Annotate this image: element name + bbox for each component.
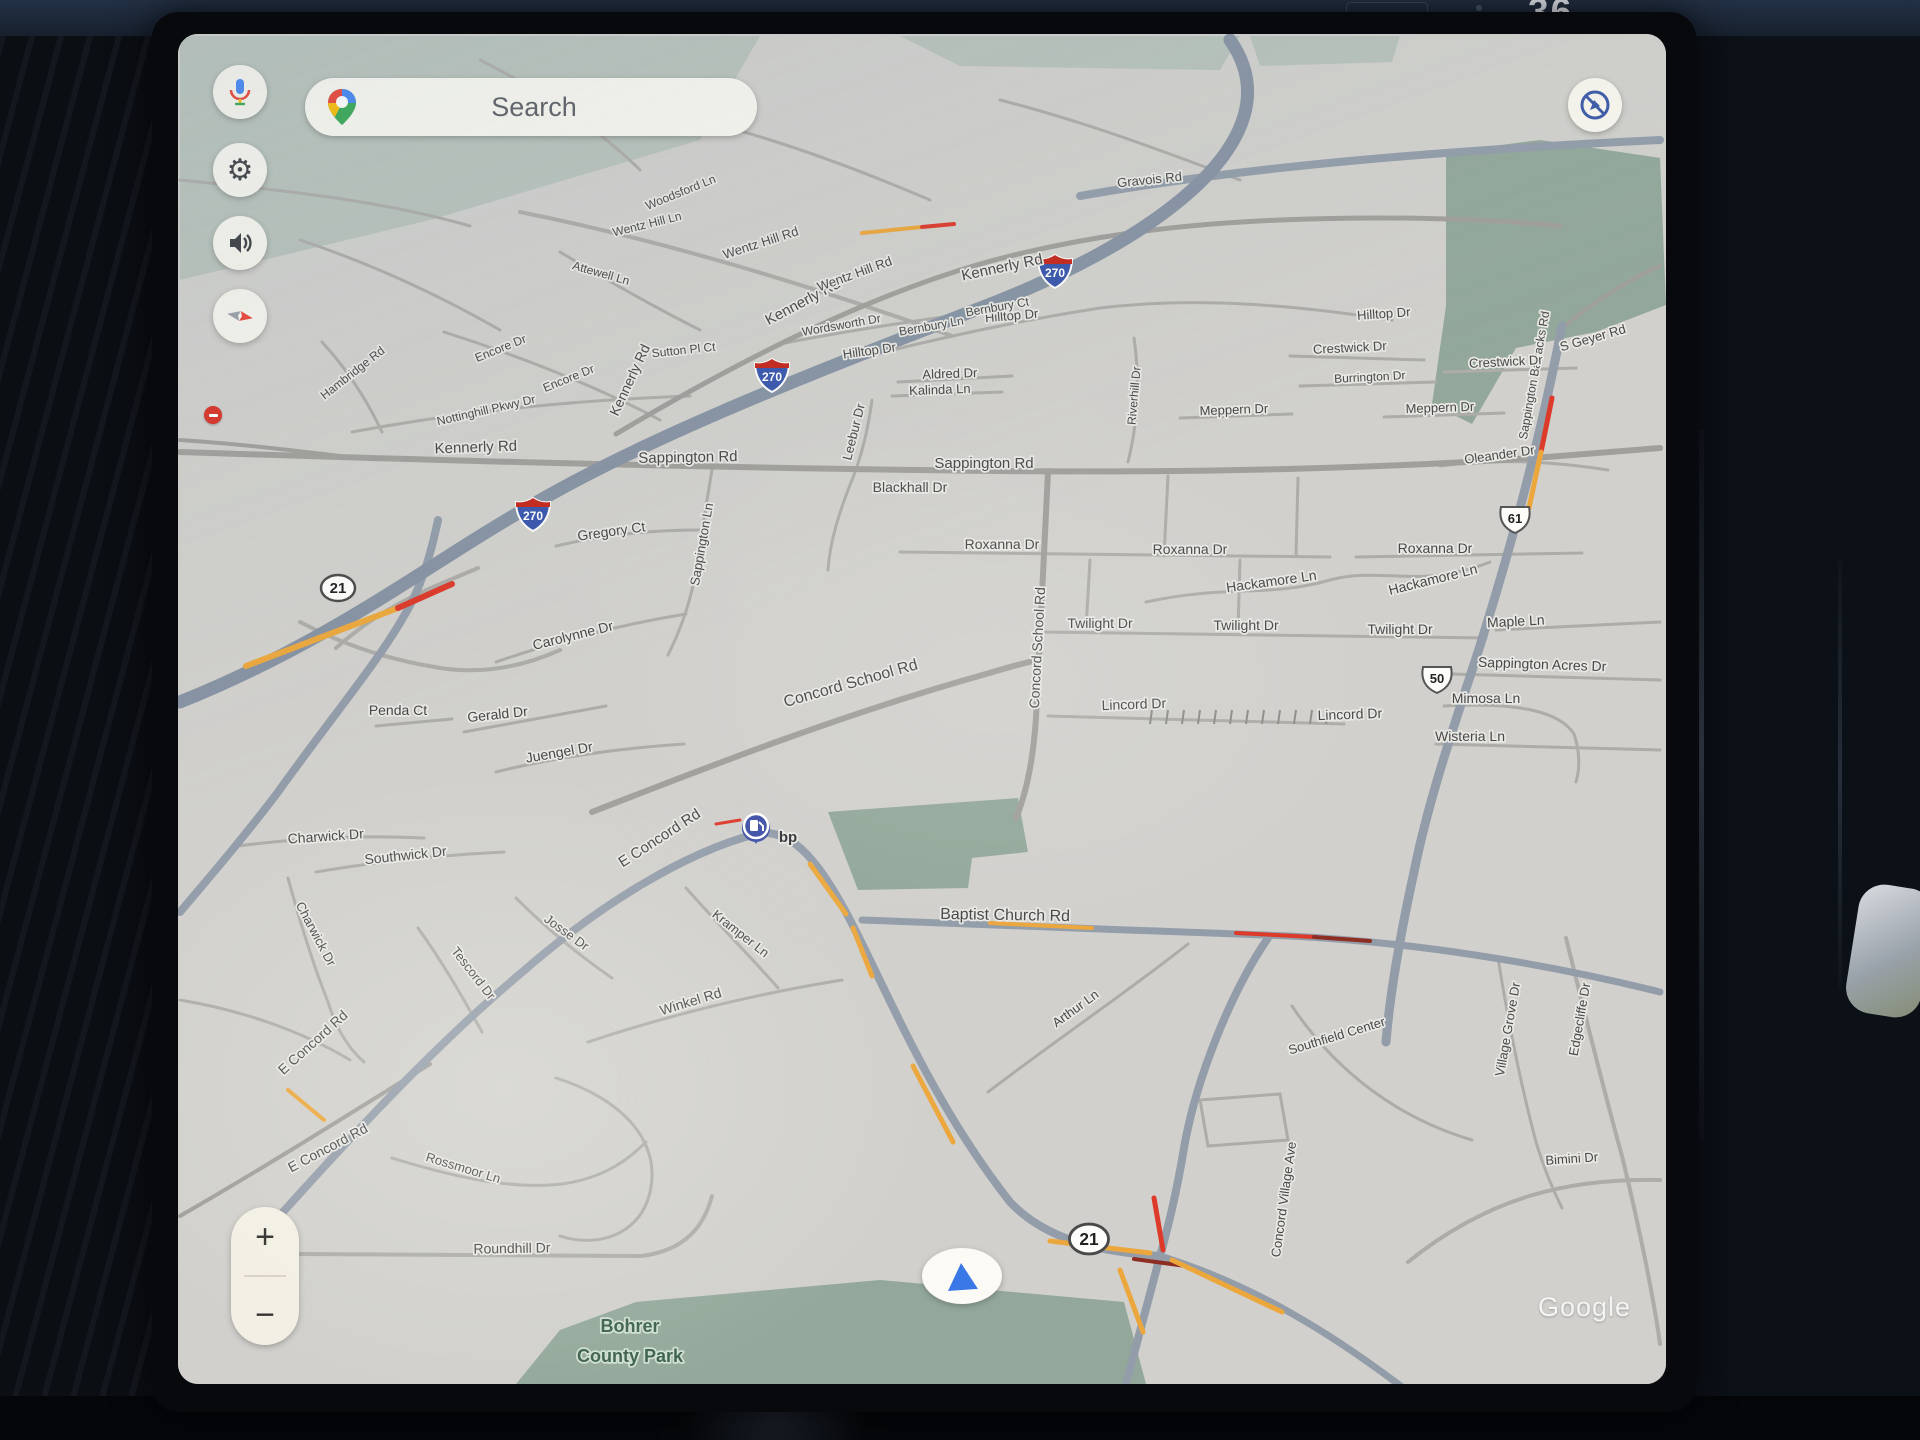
street-label: Baptist Church Rd bbox=[940, 906, 1070, 925]
park-area bbox=[1250, 36, 1400, 66]
air-vent bbox=[1699, 430, 1704, 1140]
status-dot bbox=[1476, 5, 1482, 11]
navigation-arrow-icon bbox=[946, 1261, 978, 1290]
poi-label: bp bbox=[779, 829, 797, 846]
microphone-icon bbox=[225, 77, 255, 107]
street-label: Lincord Dr bbox=[1317, 705, 1382, 723]
route-shield: 21 bbox=[1069, 1224, 1108, 1254]
park-label: County Park bbox=[577, 1346, 684, 1366]
recenter-navigation-button[interactable] bbox=[922, 1248, 1002, 1304]
search-bar[interactable]: Search bbox=[305, 78, 757, 136]
street-label: Maple Ln bbox=[1487, 612, 1545, 631]
voice-search-button[interactable] bbox=[213, 65, 267, 119]
search-placeholder: Search bbox=[357, 92, 711, 123]
street-label: Twilight Dr bbox=[1067, 615, 1133, 631]
street-label: Kalinda Ln bbox=[909, 381, 971, 398]
gear-icon: ⚙ bbox=[227, 153, 254, 188]
street-label: Kennerly Rd bbox=[434, 438, 517, 458]
shield-number: 21 bbox=[1079, 1229, 1099, 1249]
road-path bbox=[1296, 478, 1298, 556]
map-screen[interactable]: 270 270 270 21 21 61 50 Kennerly Rd Sappington R… bbox=[178, 34, 1666, 1384]
street-label: Aldred Dr bbox=[922, 365, 978, 382]
zoom-out-button[interactable]: − bbox=[231, 1285, 299, 1345]
street-label: Wisteria Ln bbox=[1435, 728, 1505, 744]
road-closed-icon bbox=[204, 406, 222, 424]
street-label: Penda Ct bbox=[369, 702, 427, 718]
zoom-controls: + − bbox=[231, 1207, 299, 1345]
google-maps-pin-icon bbox=[327, 88, 357, 126]
shield-number: 270 bbox=[523, 509, 543, 523]
map-canvas[interactable]: 270 270 270 21 21 61 50 Kennerly Rd Sappington R… bbox=[178, 34, 1666, 1384]
route-shield: 21 bbox=[321, 575, 355, 601]
street-label: Mimosa Ln bbox=[1452, 690, 1520, 706]
street-label: Sappington Rd bbox=[638, 448, 738, 467]
street-label: Roundhill Dr bbox=[473, 1239, 551, 1256]
shield-number: 270 bbox=[762, 370, 782, 384]
compass-needle-icon bbox=[225, 301, 255, 331]
street-label: Blackhall Dr bbox=[873, 479, 948, 495]
crossed-circle-icon bbox=[1578, 88, 1612, 122]
street-label: Twilight Dr bbox=[1213, 617, 1279, 633]
zoom-in-button[interactable]: + bbox=[231, 1207, 299, 1267]
street-label: Meppern Dr bbox=[1199, 401, 1269, 418]
shield-number: 21 bbox=[330, 580, 347, 597]
google-attribution: Google bbox=[1538, 1292, 1631, 1323]
park-label: Bohrer bbox=[600, 1316, 659, 1336]
settings-button[interactable]: ⚙ bbox=[213, 143, 267, 197]
street-label: Roxanna Dr bbox=[965, 536, 1040, 552]
dashboard-right-trim bbox=[1680, 36, 1920, 1440]
compass-disabled-button[interactable] bbox=[1568, 78, 1622, 132]
speaker-icon bbox=[226, 229, 254, 257]
shield-number: 61 bbox=[1508, 511, 1522, 526]
car-dashboard: 36 27027027021216150Kennerly RdSappingto… bbox=[0, 0, 1920, 1440]
volume-button[interactable] bbox=[213, 216, 267, 270]
shield-number: 50 bbox=[1430, 671, 1444, 686]
air-vent bbox=[1838, 560, 1842, 990]
pump-icon bbox=[750, 820, 758, 831]
street-label: Meppern Dr bbox=[1405, 399, 1475, 416]
street-label: Lincord Dr bbox=[1101, 695, 1166, 713]
street-label: Twilight Dr bbox=[1367, 621, 1433, 637]
zoom-divider bbox=[244, 1275, 286, 1277]
street-label: Roxanna Dr bbox=[1153, 541, 1228, 557]
street-label: Sappington Rd bbox=[934, 455, 1033, 472]
shield-number: 270 bbox=[1045, 266, 1065, 280]
compass-button[interactable] bbox=[213, 289, 267, 343]
street-label: Roxanna Dr bbox=[1398, 540, 1473, 556]
